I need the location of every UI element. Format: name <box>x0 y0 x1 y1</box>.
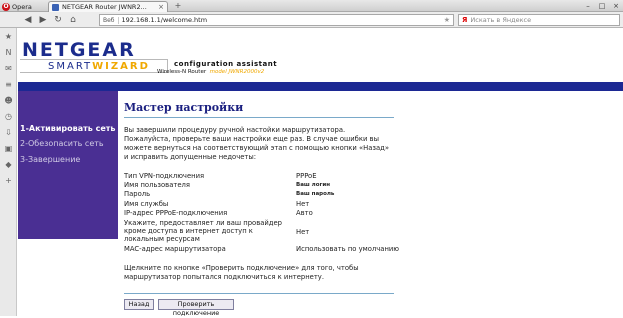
transfers-icon[interactable]: ⇩ <box>4 128 13 137</box>
address-bar[interactable]: Веб 192.168.1.1/welcome.htm ★ <box>99 14 454 26</box>
close-icon[interactable]: × <box>609 1 623 11</box>
row-key: IP-адрес PPPoE-подключения <box>124 209 228 217</box>
row-key: Тип VPN-подключения <box>124 172 205 180</box>
feeds-icon[interactable]: ≡ <box>4 80 13 89</box>
new-tab-button[interactable]: + <box>172 2 184 11</box>
web-badge: Веб <box>103 16 119 24</box>
row-value: Нет <box>296 200 310 208</box>
outro-text: Щелкните по кнопке «Проверить подключени… <box>124 264 359 281</box>
browser-titlebar: O Opera NETGEAR Router JWNR2... × + – □ … <box>0 0 623 12</box>
reload-icon[interactable]: ↻ <box>52 14 64 26</box>
forward-icon[interactable]: ▶ <box>37 14 49 26</box>
url-text: 192.168.1.1/welcome.htm <box>121 16 208 24</box>
minimize-icon[interactable]: – <box>581 1 595 11</box>
row-key: Укажите, предоставляет ли ваш провайдер … <box>124 219 282 243</box>
footer-divider <box>124 293 394 294</box>
check-connection-button[interactable]: Проверить подключение <box>158 299 234 317</box>
wizard-text: WIZARD <box>92 61 150 72</box>
netgear-logo: NETGEAR <box>22 39 136 61</box>
step-activate-network[interactable]: 1-Активировать сеть <box>20 124 115 133</box>
product-name: Wireless-N Router <box>157 69 207 75</box>
bookmarks-icon[interactable]: ★ <box>4 32 13 41</box>
tab-title: NETGEAR Router JWNR2... <box>62 3 147 11</box>
back-icon[interactable]: ◀ <box>22 14 34 26</box>
row-value: Ваш логин <box>296 182 330 188</box>
step-secure-network[interactable]: 2-Обезопасить сеть <box>20 139 104 148</box>
router-page: NETGEAR SMARTWIZARD configuration assist… <box>18 28 623 317</box>
smartwizard-logo: SMARTWIZARD <box>48 61 150 72</box>
bookmark-star-icon[interactable]: ★ <box>444 16 450 24</box>
row-value: Авто <box>296 209 313 217</box>
add-panel-icon[interactable]: + <box>4 176 13 185</box>
notes-icon[interactable]: N <box>4 48 13 57</box>
config-title: configuration assistant <box>174 60 278 68</box>
row-value: Нет <box>296 228 310 236</box>
browser-navbar: ◀ ▶ ↻ ⌂ Веб 192.168.1.1/welcome.htm ★ Я … <box>0 12 623 28</box>
widgets-icon[interactable]: ▣ <box>4 144 13 153</box>
row-key: Имя пользователя <box>124 181 190 189</box>
step-finish[interactable]: 3-Завершение <box>20 155 80 164</box>
model-name: model JWNR2000v2 <box>209 69 265 75</box>
maximize-icon[interactable]: □ <box>595 1 609 11</box>
yandex-icon: Я <box>462 16 468 24</box>
page-title: Мастер настройки <box>124 101 244 114</box>
contacts-icon[interactable]: ☻ <box>4 96 13 105</box>
row-key: Имя службы <box>124 200 169 208</box>
row-key: Пароль <box>124 190 151 198</box>
home-icon[interactable]: ⌂ <box>67 14 79 26</box>
side-panel: ★ N ✉ ≡ ☻ ◷ ⇩ ▣ ◆ + <box>0 28 17 316</box>
row-value: Использовать по умолчанию <box>296 245 400 253</box>
search-field[interactable]: Я Искать в Яндексе <box>458 14 620 26</box>
opera-logo-icon: O <box>2 2 10 11</box>
row-key: MAC-адрес маршрутизатора <box>124 245 226 253</box>
header-bar <box>18 82 623 91</box>
wizard-content: Мастер настройки Вы завершили процедуру … <box>124 101 400 317</box>
row-value: PPPoE <box>296 172 317 180</box>
unite-icon[interactable]: ◆ <box>4 160 13 169</box>
title-divider <box>124 117 394 118</box>
tab-netgear-router[interactable]: NETGEAR Router JWNR2... × <box>48 1 168 12</box>
netgear-favicon-icon <box>52 3 59 11</box>
netgear-header: NETGEAR SMARTWIZARD configuration assist… <box>18 38 623 82</box>
top-stripe <box>18 28 623 38</box>
history-icon[interactable]: ◷ <box>4 112 13 121</box>
row-value: Ваш пароль <box>296 191 335 197</box>
product-line: Wireless-N Router model JWNR2000v2 <box>157 69 264 75</box>
intro-text: Вы завершили процедуру ручной настойки м… <box>124 126 390 161</box>
mail-icon[interactable]: ✉ <box>4 64 13 73</box>
tab-close-icon[interactable]: × <box>158 3 164 11</box>
back-button[interactable]: Назад <box>124 299 154 310</box>
smart-text: SMART <box>48 61 93 72</box>
opera-menu-label: Opera <box>12 2 32 11</box>
wizard-steps: 1-Активировать сеть 2-Обезопасить сеть 3… <box>18 91 118 239</box>
opera-menu-button[interactable]: O Opera <box>0 1 36 12</box>
search-placeholder: Искать в Яндексе <box>470 16 532 24</box>
